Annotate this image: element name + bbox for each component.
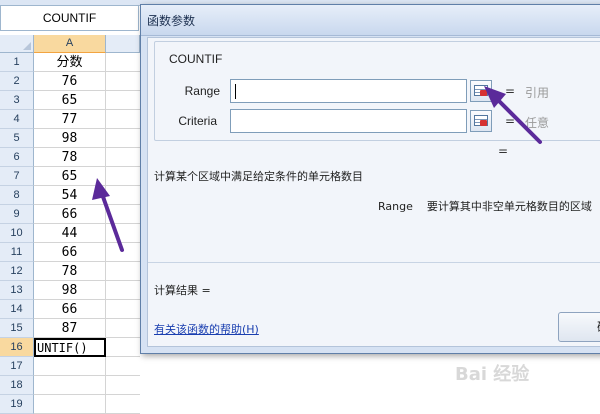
row-header[interactable]: 9	[0, 205, 34, 224]
cell[interactable]: 78	[34, 262, 106, 281]
row-header[interactable]: 17	[0, 357, 34, 376]
cell[interactable]	[106, 91, 140, 110]
criteria-input[interactable]	[230, 109, 467, 133]
cell[interactable]: 65	[34, 167, 106, 186]
function-result-equals: =	[498, 144, 509, 158]
column-header-a[interactable]: A	[34, 35, 106, 53]
function-help-link[interactable]: 有关该函数的帮助(H)	[154, 321, 259, 337]
dialog-titlebar[interactable]: 函数参数	[141, 5, 600, 36]
cell[interactable]	[106, 167, 140, 186]
cell[interactable]	[106, 262, 140, 281]
cell[interactable]: 77	[34, 110, 106, 129]
cell[interactable]: 66	[34, 205, 106, 224]
row-header[interactable]: 2	[0, 72, 34, 91]
range-input[interactable]	[230, 79, 467, 103]
active-cell[interactable]: UNTIF()	[34, 338, 106, 357]
divider	[148, 262, 600, 263]
row-header[interactable]: 12	[0, 262, 34, 281]
name-box[interactable]: COUNTIF	[0, 5, 139, 31]
cell[interactable]	[106, 281, 140, 300]
criteria-collapse-button[interactable]	[470, 110, 492, 132]
range-collapse-button[interactable]	[470, 80, 492, 102]
criteria-equals: =	[505, 114, 516, 128]
cell[interactable]	[106, 110, 140, 129]
dialog-title: 函数参数	[147, 14, 196, 28]
row-header[interactable]: 8	[0, 186, 34, 205]
ok-button[interactable]: 确	[558, 312, 600, 342]
range-parameter-name: Range	[378, 200, 413, 213]
criteria-label: Criteria	[178, 114, 217, 128]
cell[interactable]	[106, 376, 140, 395]
text-caret	[235, 84, 236, 99]
criteria-result-hint: 任意	[525, 116, 550, 130]
cell[interactable]	[106, 300, 140, 319]
row-header[interactable]: 3	[0, 91, 34, 110]
row-header[interactable]: 14	[0, 300, 34, 319]
range-equals: =	[505, 84, 516, 98]
red-selector-icon	[480, 90, 487, 96]
red-selector-icon	[480, 120, 487, 126]
row-header[interactable]: 18	[0, 376, 34, 395]
cell[interactable]	[106, 205, 140, 224]
row-header[interactable]: 16	[0, 338, 34, 357]
row-header[interactable]: 1	[0, 53, 34, 72]
cell[interactable]	[106, 129, 140, 148]
function-description: 计算某个区域中满足给定条件的单元格数目	[154, 170, 363, 183]
range-result-hint: 引用	[525, 86, 550, 100]
cell[interactable]: 78	[34, 148, 106, 167]
cell[interactable]: 66	[34, 243, 106, 262]
row-header[interactable]: 13	[0, 281, 34, 300]
function-name: COUNTIF	[169, 52, 223, 66]
range-parameter-text: 要计算其中非空单元格数目的区域	[426, 200, 592, 213]
cell[interactable]: 54	[34, 186, 106, 205]
row-header[interactable]: 15	[0, 319, 34, 338]
cell[interactable]: 66	[34, 300, 106, 319]
dialog-body: COUNTIF Range = 引用 Criteria = 任意 = 计算某个区…	[147, 37, 600, 347]
row-header[interactable]: 5	[0, 129, 34, 148]
cell[interactable]	[106, 319, 140, 338]
row-header[interactable]: 4	[0, 110, 34, 129]
sheet-row: 19	[0, 395, 600, 414]
row-header[interactable]: 19	[0, 395, 34, 414]
cell[interactable]	[34, 376, 106, 395]
cell[interactable]: 76	[34, 72, 106, 91]
cell[interactable]: 分数	[34, 53, 106, 72]
cell[interactable]: 87	[34, 319, 106, 338]
row-header[interactable]: 10	[0, 224, 34, 243]
cell[interactable]	[106, 338, 140, 357]
cell[interactable]	[34, 357, 106, 376]
cell[interactable]	[106, 148, 140, 167]
cell[interactable]: 44	[34, 224, 106, 243]
cell[interactable]: 65	[34, 91, 106, 110]
range-label: Range	[184, 84, 220, 98]
cell[interactable]	[106, 53, 140, 72]
watermark: Bai 经验	[455, 364, 530, 385]
cell[interactable]	[106, 72, 140, 91]
function-arguments-dialog: 函数参数 COUNTIF Range = 引用 Criteria = 任意 = …	[140, 4, 600, 354]
cell[interactable]	[106, 243, 140, 262]
select-all-corner[interactable]	[0, 35, 34, 53]
cell[interactable]: 98	[34, 129, 106, 148]
cell[interactable]	[106, 224, 140, 243]
range-parameter-description: Range 要计算其中非空单元格数目的区域	[378, 198, 592, 214]
row-header[interactable]: 11	[0, 243, 34, 262]
row-header[interactable]: 7	[0, 167, 34, 186]
row-header[interactable]: 6	[0, 148, 34, 167]
cell[interactable]	[106, 395, 140, 414]
column-header-b[interactable]	[106, 35, 140, 53]
cell[interactable]	[34, 395, 106, 414]
cell[interactable]	[106, 357, 140, 376]
calculation-result: 计算结果 =	[154, 284, 211, 297]
arguments-group: COUNTIF Range = 引用 Criteria = 任意	[154, 41, 600, 141]
cell[interactable]	[106, 186, 140, 205]
cell[interactable]: 98	[34, 281, 106, 300]
